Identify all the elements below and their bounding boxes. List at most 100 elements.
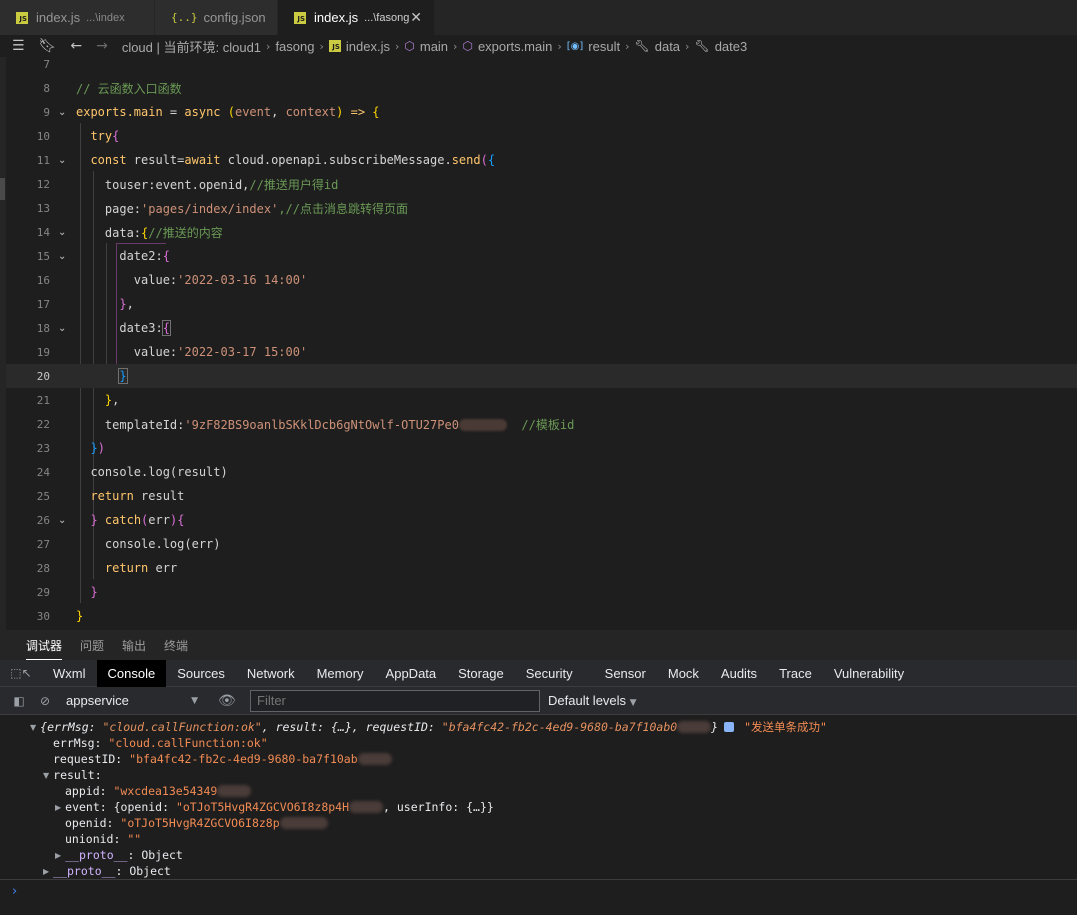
breadcrumb-folder[interactable]: fasong	[275, 39, 314, 54]
eye-icon[interactable]: 👁︎	[218, 693, 238, 709]
comment: //模板id	[521, 417, 575, 432]
chevron-down-icon[interactable]: ⌄	[58, 107, 66, 118]
devtab-audits[interactable]: Audits	[710, 660, 768, 687]
token: value:	[133, 345, 178, 359]
console-prop[interactable]: ▼ result:	[43, 767, 102, 783]
js-file-icon: JS	[328, 40, 341, 52]
expand-triangle-icon[interactable]: ▶	[55, 803, 61, 812]
line-number: 30	[36, 609, 50, 623]
tab-index-js-fasong[interactable]: JS index.js ...\fasong ✕	[278, 0, 435, 35]
code-line: 27 console.log(err)	[6, 532, 1077, 556]
expand-triangle-icon[interactable]: ▼	[43, 771, 49, 780]
devtab-wxml[interactable]: Wxml	[42, 660, 97, 687]
expand-triangle-icon[interactable]: ▶	[43, 867, 49, 876]
token: , result: {…},	[261, 720, 366, 734]
chevron-down-icon[interactable]: ⌄	[58, 155, 66, 166]
breadcrumb-env[interactable]: cloud | 当前环境: cloud1	[122, 37, 261, 56]
chevron-down-icon[interactable]: ⌄	[58, 515, 66, 526]
code-line: 13 page:'pages/index/index',//点击消息跳转得页面	[6, 196, 1077, 220]
code-line: 15 ⌄ date2:{	[6, 244, 1077, 268]
chevron-right-icon: ›	[453, 39, 458, 53]
bookmark-icon[interactable]: 🔖︎	[39, 38, 57, 54]
code-editor[interactable]: 7 8 // 云函数入口函数 9 ⌄ exports.main = async …	[0, 57, 1077, 630]
devtab-security[interactable]: Security	[515, 660, 584, 687]
devtab-sensor[interactable]: Sensor	[594, 660, 657, 687]
tab-index-js-index[interactable]: JS index.js ...\index	[0, 0, 155, 35]
code-line: 25 return result	[6, 484, 1077, 508]
code-line: 18 ⌄ date3:{	[6, 316, 1077, 340]
token: templateId:	[104, 417, 185, 432]
token: await	[184, 153, 221, 167]
breadcrumb-file[interactable]: index.js	[346, 39, 390, 54]
code-line: 26 ⌄ } catch(err){	[6, 508, 1077, 532]
property-wrench-icon: 🔧︎	[634, 39, 650, 53]
line-number: 16	[36, 273, 50, 287]
console-prop[interactable]: ▶ __proto__: Object	[55, 847, 183, 863]
console-prompt-area[interactable]: ›	[0, 879, 1077, 915]
tab-output[interactable]: 输出	[122, 630, 146, 660]
chevron-down-icon[interactable]: ⌄	[58, 251, 66, 262]
console-log-entry[interactable]: ▼ {errMsg: "cloud.callFunction:ok", resul…	[30, 719, 827, 735]
inspect-element-icon[interactable]: ⬚↖	[0, 666, 42, 680]
filter-input[interactable]	[250, 689, 540, 712]
tab-label: config.json	[203, 10, 266, 25]
sidebar-toggle-icon[interactable]: ◧	[6, 694, 32, 708]
clear-console-icon[interactable]: ⊘	[32, 694, 58, 708]
code-text: page:'pages/index/index',//点击消息跳转得页面	[76, 200, 408, 217]
chevron-down-icon[interactable]: ⌄	[58, 227, 66, 238]
console-toolbar: ◧ ⊘ appservice ▼ 👁︎ Default levels ▼	[0, 687, 1077, 715]
breadcrumb-symbol-exports-main[interactable]: exports.main	[478, 39, 552, 54]
tab-terminal[interactable]: 终端	[164, 630, 188, 660]
forward-arrow-icon[interactable]: →	[96, 38, 108, 54]
log-levels-dropdown[interactable]: Default levels ▼	[548, 693, 637, 708]
token: {	[161, 320, 171, 336]
devtab-console[interactable]: Console	[96, 659, 167, 687]
devtab-vulnerability[interactable]: Vulnerability	[823, 660, 915, 687]
devtab-trace[interactable]: Trace	[768, 660, 823, 687]
prop-value: : Object	[127, 848, 183, 862]
context-select[interactable]: appservice ▼	[66, 693, 206, 708]
line-number: 12	[36, 177, 50, 191]
redacted-blur	[458, 419, 507, 431]
code-line: 10 try{	[6, 124, 1077, 148]
token: result	[133, 489, 185, 503]
devtab-sources[interactable]: Sources	[166, 660, 236, 687]
devtab-appdata[interactable]: AppData	[375, 660, 448, 687]
code-line: 24 console.log(result)	[6, 460, 1077, 484]
tab-problems[interactable]: 问题	[80, 630, 104, 660]
expand-triangle-icon[interactable]: ▶	[55, 851, 61, 860]
list-icon[interactable]: ☰	[12, 38, 25, 54]
chevron-down-icon[interactable]: ⌄	[58, 323, 66, 334]
chevron-down-icon: ▼	[629, 698, 637, 708]
back-arrow-icon[interactable]: ←	[70, 38, 82, 54]
code-line: 12 touser:event.openid,//推送用户得id	[6, 172, 1077, 196]
token: }	[118, 368, 128, 384]
line-number: 18	[36, 321, 50, 335]
code-line: 16 value:'2022-03-16 14:00'	[6, 268, 1077, 292]
devtab-mock[interactable]: Mock	[657, 660, 710, 687]
breadcrumb-symbol-result[interactable]: result	[588, 39, 620, 54]
variable-icon: [◉]	[566, 40, 584, 52]
token: err	[148, 513, 170, 527]
tab-debugger[interactable]: 调试器	[26, 630, 63, 660]
devtab-memory[interactable]: Memory	[306, 660, 375, 687]
prop-value: "wxcdea13e54349	[113, 784, 218, 798]
devtab-storage[interactable]: Storage	[447, 660, 515, 687]
expand-triangle-icon[interactable]: ▼	[30, 723, 36, 732]
console-prop[interactable]: ▶ __proto__: Object	[43, 863, 171, 879]
close-icon[interactable]: ✕	[410, 9, 422, 26]
json-file-icon: {..}	[171, 11, 198, 24]
line-number: 26	[36, 513, 50, 527]
console-output[interactable]: ▼{errMsg: "cloud.callFunction:ok", resul…	[0, 715, 1077, 879]
line-number: 19	[36, 345, 50, 359]
breadcrumb-symbol-date3[interactable]: date3	[715, 39, 748, 54]
console-prop[interactable]: ▶ event: {openid: "oTJoT5HvgR4ZGCVO6I8z8p…	[55, 799, 494, 815]
breadcrumb-symbol-data[interactable]: data	[655, 39, 680, 54]
devtab-network[interactable]: Network	[236, 660, 306, 687]
token: {	[372, 105, 380, 119]
breadcrumb-symbol-main[interactable]: main	[420, 39, 448, 54]
console-prop: requestID: "bfa4fc42-fb2c-4ed9-9680-ba7f…	[53, 751, 392, 767]
token: {openid:	[113, 800, 176, 814]
tab-config-json[interactable]: {..} config.json	[155, 0, 278, 35]
token: result=	[126, 153, 185, 167]
